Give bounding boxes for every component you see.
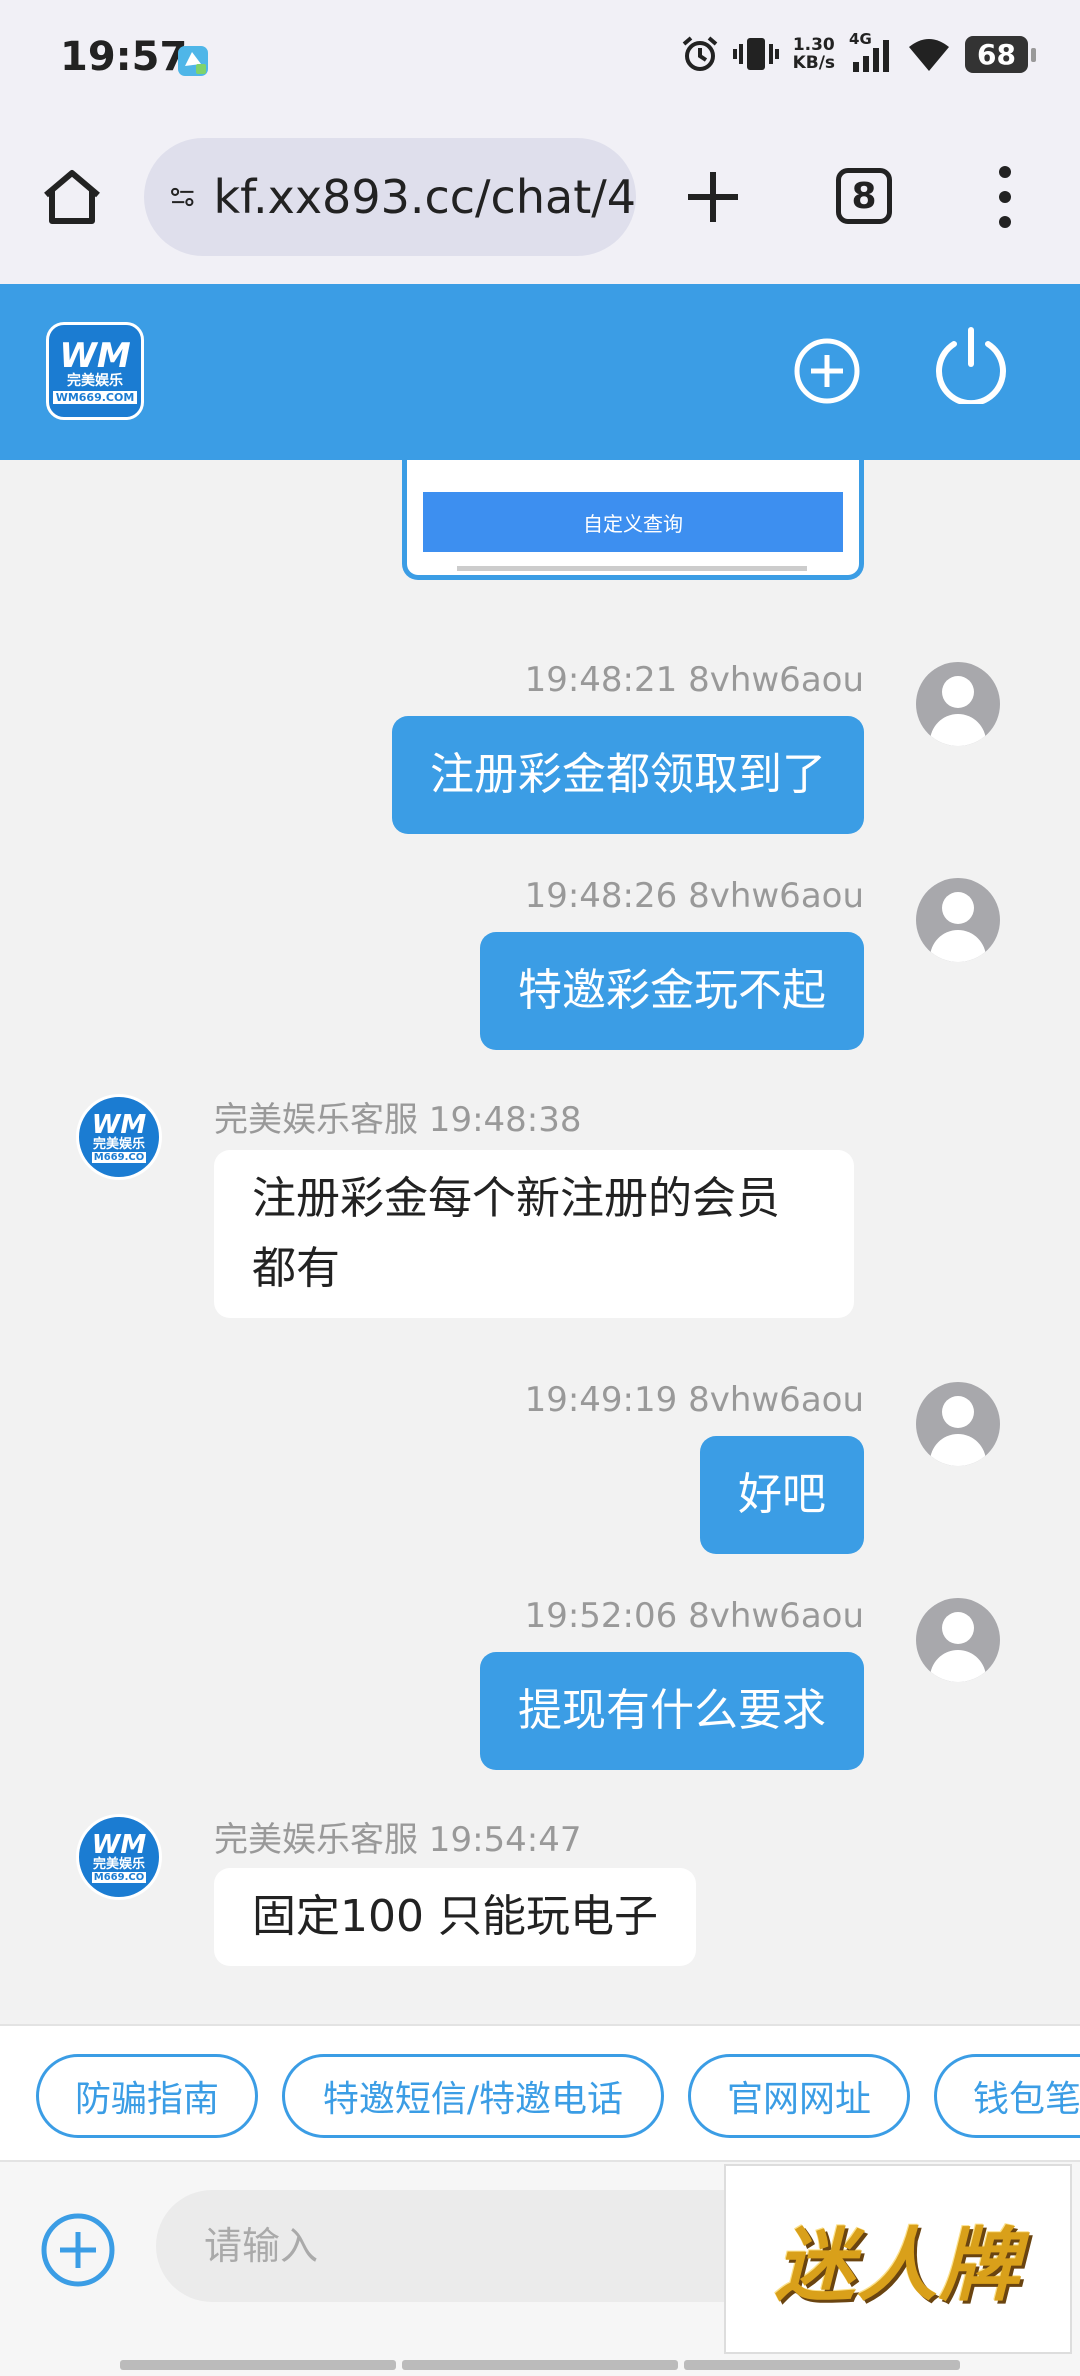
agent-avatar: WM 完美娱乐 M669.CO (76, 1814, 162, 1900)
quick-reply-chip[interactable]: 官网网址 (688, 2054, 910, 2138)
message-meta: 19:48:21 8vhw6aou (524, 660, 864, 700)
network-speed: 1.30 KB/s (793, 36, 835, 72)
signal-icon: 4G (849, 30, 893, 74)
agent-logo-domain: M669.CO (91, 1151, 147, 1163)
brand-logo: WM 完美娱乐 WM669.COM (46, 322, 144, 420)
browser-toolbar: kf.xx893.cc/chat/4 8 (0, 120, 1080, 284)
message-meta: 完美娱乐客服 19:54:47 (214, 1820, 582, 1860)
user-avatar (916, 878, 1000, 962)
attach-plus-icon[interactable] (38, 2210, 118, 2290)
user-avatar (916, 1382, 1000, 1466)
agent-logo-name: 完美娱乐 (92, 1136, 145, 1152)
image-card-scrollbar (457, 566, 807, 571)
outgoing-message[interactable]: 注册彩金都领取到了 (392, 716, 864, 834)
power-icon[interactable] (932, 324, 1010, 404)
status-bar: 19:57 1.30 KB/s 4G 68 (0, 0, 1080, 120)
scroll-indicator (120, 2360, 960, 2370)
wifi-icon (909, 39, 950, 71)
logo-domain: WM669.COM (52, 390, 138, 404)
outgoing-message[interactable]: 特邀彩金玩不起 (480, 932, 864, 1050)
status-icons: 1.30 KB/s 4G 68 (681, 30, 1036, 74)
new-tab-icon[interactable] (680, 164, 746, 230)
user-avatar (916, 1598, 1000, 1682)
add-circle-icon[interactable] (792, 336, 862, 406)
chat-messages: 自定义查询 19:48:21 8vhw6aou 注册彩金都领取到了 19:48:… (0, 460, 1080, 2024)
outgoing-message[interactable]: 提现有什么要求 (480, 1652, 864, 1770)
message-meta: 19:49:19 8vhw6aou (524, 1380, 864, 1420)
logo-mark: WM (59, 335, 131, 376)
tab-switcher-button[interactable]: 8 (836, 168, 892, 224)
agent-logo-domain: M669.CO (91, 1871, 147, 1883)
quick-reply-bar: 防骗指南 特邀短信/特邀电话 官网网址 钱包笔 (0, 2024, 1080, 2162)
site-settings-icon[interactable] (170, 175, 196, 219)
user-avatar (916, 662, 1000, 746)
message-meta: 19:52:06 8vhw6aou (524, 1596, 864, 1636)
chat-header: WM 完美娱乐 WM669.COM (0, 284, 1080, 460)
quick-reply-chip[interactable]: 防骗指南 (36, 2054, 258, 2138)
ad-text: 迷人牌 (775, 2218, 1021, 2312)
logo-name: 完美娱乐 (67, 372, 123, 389)
image-message-card[interactable]: 自定义查询 (402, 460, 864, 580)
agent-avatar: WM 完美娱乐 M669.CO (76, 1094, 162, 1180)
home-icon[interactable] (40, 165, 104, 229)
status-time: 19:57 (60, 34, 188, 80)
more-menu-icon[interactable] (990, 162, 1020, 232)
alarm-icon (682, 36, 717, 71)
agent-logo-name: 完美娱乐 (92, 1856, 145, 1872)
app-notification-icon (178, 46, 208, 76)
url-text: kf.xx893.cc/chat/4 (213, 170, 637, 224)
incoming-message[interactable]: 固定100 只能玩电子 (214, 1868, 696, 1966)
net-speed-unit: KB/s (792, 53, 836, 73)
message-meta: 19:48:26 8vhw6aou (524, 876, 864, 916)
battery-indicator: 68 (965, 35, 1036, 73)
agent-logo-mark: WM (91, 1829, 147, 1860)
incoming-message[interactable]: 注册彩金每个新注册的会员都有 (214, 1150, 854, 1318)
net-speed-value: 1.30 (792, 35, 835, 55)
agent-logo-mark: WM (91, 1109, 147, 1140)
message-meta: 完美娱乐客服 19:48:38 (214, 1100, 582, 1140)
overlay-ad[interactable]: 迷人牌 (724, 2164, 1072, 2354)
custom-query-button[interactable]: 自定义查询 (423, 492, 843, 552)
quick-reply-chip[interactable]: 钱包笔 (934, 2054, 1080, 2138)
quick-reply-chip[interactable]: 特邀短信/特邀电话 (282, 2054, 664, 2138)
address-bar[interactable]: kf.xx893.cc/chat/4 (144, 138, 636, 256)
vibrate-icon (732, 38, 779, 70)
outgoing-message[interactable]: 好吧 (700, 1436, 864, 1554)
